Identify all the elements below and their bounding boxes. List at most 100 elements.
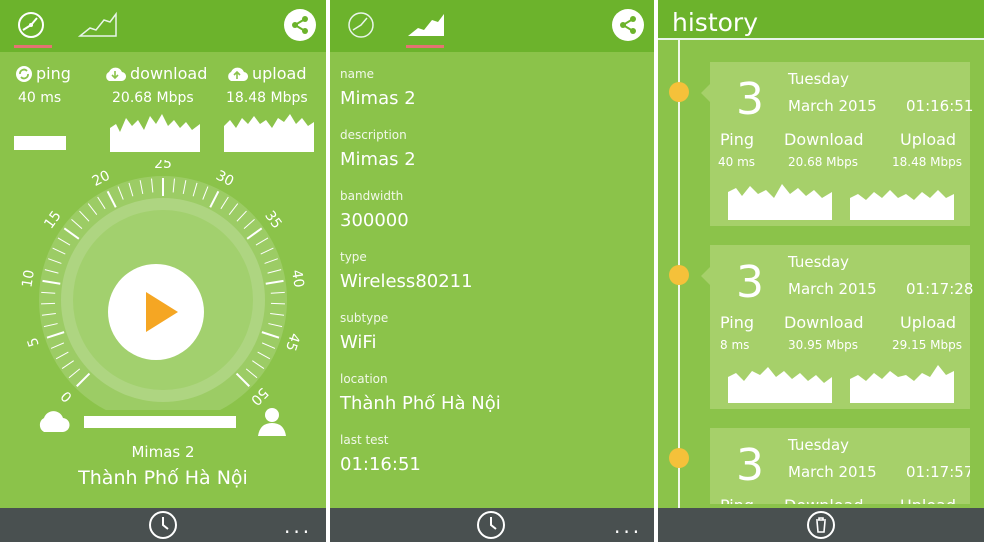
gauge-label: 5 (25, 335, 43, 348)
download-label: download (130, 64, 208, 83)
share-button[interactable] (612, 9, 644, 41)
field-value: WiFi (340, 332, 377, 353)
field-label: type (340, 250, 367, 264)
upload-header: upload (226, 64, 307, 86)
field-label: description (340, 128, 407, 142)
field-value: Thành Phố Hà Nội (340, 393, 501, 414)
server-name: Mimas 2 (131, 443, 195, 461)
cloud-download-icon (104, 66, 127, 86)
gauge-label: 15 (41, 208, 64, 232)
history-card[interactable]: 3 Tuesday March 2015 01:17:28 Ping Downl… (701, 245, 974, 409)
gauge-label: 45 (282, 331, 303, 353)
card-weekday: Tuesday (788, 436, 850, 454)
card-download-label: Download (784, 130, 864, 149)
card-weekday: Tuesday (788, 253, 850, 271)
delete-history-button[interactable] (806, 510, 836, 540)
card-download-value: 20.68 Mbps (788, 155, 859, 169)
card-date: March 2015 (788, 97, 877, 115)
server-location: Thành Phố Hà Nội (78, 467, 248, 489)
history-button[interactable] (476, 510, 506, 540)
field-value: Wireless80211 (340, 271, 473, 292)
field-label: name (340, 67, 375, 81)
card-day: 3 (736, 440, 764, 491)
card-upload-value: 18.48 Mbps (892, 155, 963, 169)
upload-graph (224, 114, 314, 152)
bottom-app-bar: ... (0, 508, 326, 542)
download-header: download (104, 64, 207, 86)
speedometer-icon[interactable] (14, 10, 54, 40)
share-icon (292, 16, 308, 34)
card-download-label: Download (784, 313, 864, 332)
details-panel: name Mimas 2 description Mimas 2 bandwid… (330, 0, 654, 542)
card-upload-value: 29.15 Mbps (892, 338, 963, 352)
more-menu-button[interactable]: ... (614, 516, 642, 536)
ping-header: ping (16, 64, 71, 86)
card-upload-label: Upload (900, 313, 957, 332)
field-value: 01:16:51 (340, 454, 421, 475)
start-test-button[interactable] (108, 264, 204, 360)
card-download-graph (728, 367, 832, 403)
card-weekday: Tuesday (788, 70, 850, 88)
history-header: history (658, 0, 984, 40)
tab-details-indicator (406, 45, 444, 48)
card-upload-graph (850, 190, 954, 220)
tab-speed-indicator (14, 45, 52, 48)
play-icon (146, 292, 178, 332)
share-icon (620, 16, 636, 34)
field-label: bandwidth (340, 189, 404, 203)
trash-icon (807, 511, 835, 539)
timeline-dot (669, 82, 689, 102)
field-value: 300000 (340, 210, 409, 231)
gauge-label: 20 (90, 168, 113, 190)
clock-icon (149, 511, 177, 539)
speedtest-panel: ping 40 ms download 20.68 Mbps upload 18… (0, 0, 326, 542)
gauge-label: 0 (58, 387, 76, 405)
history-card[interactable]: 3 Tuesday March 2015 01:16:51 Ping Downl… (701, 62, 974, 226)
user-icon (258, 406, 286, 440)
timeline-dot (669, 448, 689, 468)
timeline-dot (669, 265, 689, 285)
card-time: 01:17:28 (906, 280, 974, 298)
gauge-label: 30 (213, 168, 236, 190)
card-upload-label: Upload (900, 130, 957, 149)
ping-graph (14, 136, 66, 150)
card-download-label: Download (784, 496, 864, 504)
upload-value: 18.48 Mbps (226, 90, 308, 106)
card-day: 3 (736, 74, 764, 125)
card-ping-label: Ping (720, 130, 755, 149)
bottom-app-bar: ... (330, 508, 654, 542)
bottom-app-bar (658, 508, 984, 542)
card-download-value: 30.95 Mbps (788, 338, 859, 352)
gauge-label: 10 (19, 269, 38, 289)
card-ping-label: Ping (720, 496, 754, 504)
gauge-label: 40 (288, 269, 307, 289)
progress-bar (84, 416, 236, 428)
chart-icon[interactable] (406, 10, 446, 40)
download-value: 20.68 Mbps (112, 90, 194, 106)
field-value: Mimas 2 (340, 88, 416, 109)
upload-label: upload (252, 64, 307, 83)
card-upload-graph (850, 365, 954, 403)
share-button[interactable] (284, 9, 316, 41)
app-bar (0, 0, 326, 52)
gauge-label: 35 (261, 208, 284, 232)
card-time: 01:16:51 (906, 97, 974, 115)
card-ping-value: 8 ms (720, 338, 750, 352)
field-label: subtype (340, 311, 389, 325)
field-label: location (340, 372, 388, 386)
page-title: history (672, 8, 758, 37)
download-graph (110, 114, 200, 152)
field-label: last test (340, 433, 389, 447)
clock-icon (477, 511, 505, 539)
speedometer-icon[interactable] (344, 10, 384, 40)
history-card[interactable]: 3 Tuesday March 2015 01:17:57 Ping Downl… (710, 428, 970, 504)
chart-icon[interactable] (77, 10, 118, 40)
more-menu-button[interactable]: ... (284, 516, 312, 536)
history-button[interactable] (148, 510, 178, 540)
app-bar (330, 0, 654, 52)
card-download-graph (728, 184, 832, 220)
cloud-icon (36, 410, 70, 436)
card-date: March 2015 (788, 463, 877, 481)
card-time: 01:17:57 (906, 463, 970, 481)
history-panel: history 3 Tuesday March 2015 01:16:51 Pi… (658, 0, 984, 542)
